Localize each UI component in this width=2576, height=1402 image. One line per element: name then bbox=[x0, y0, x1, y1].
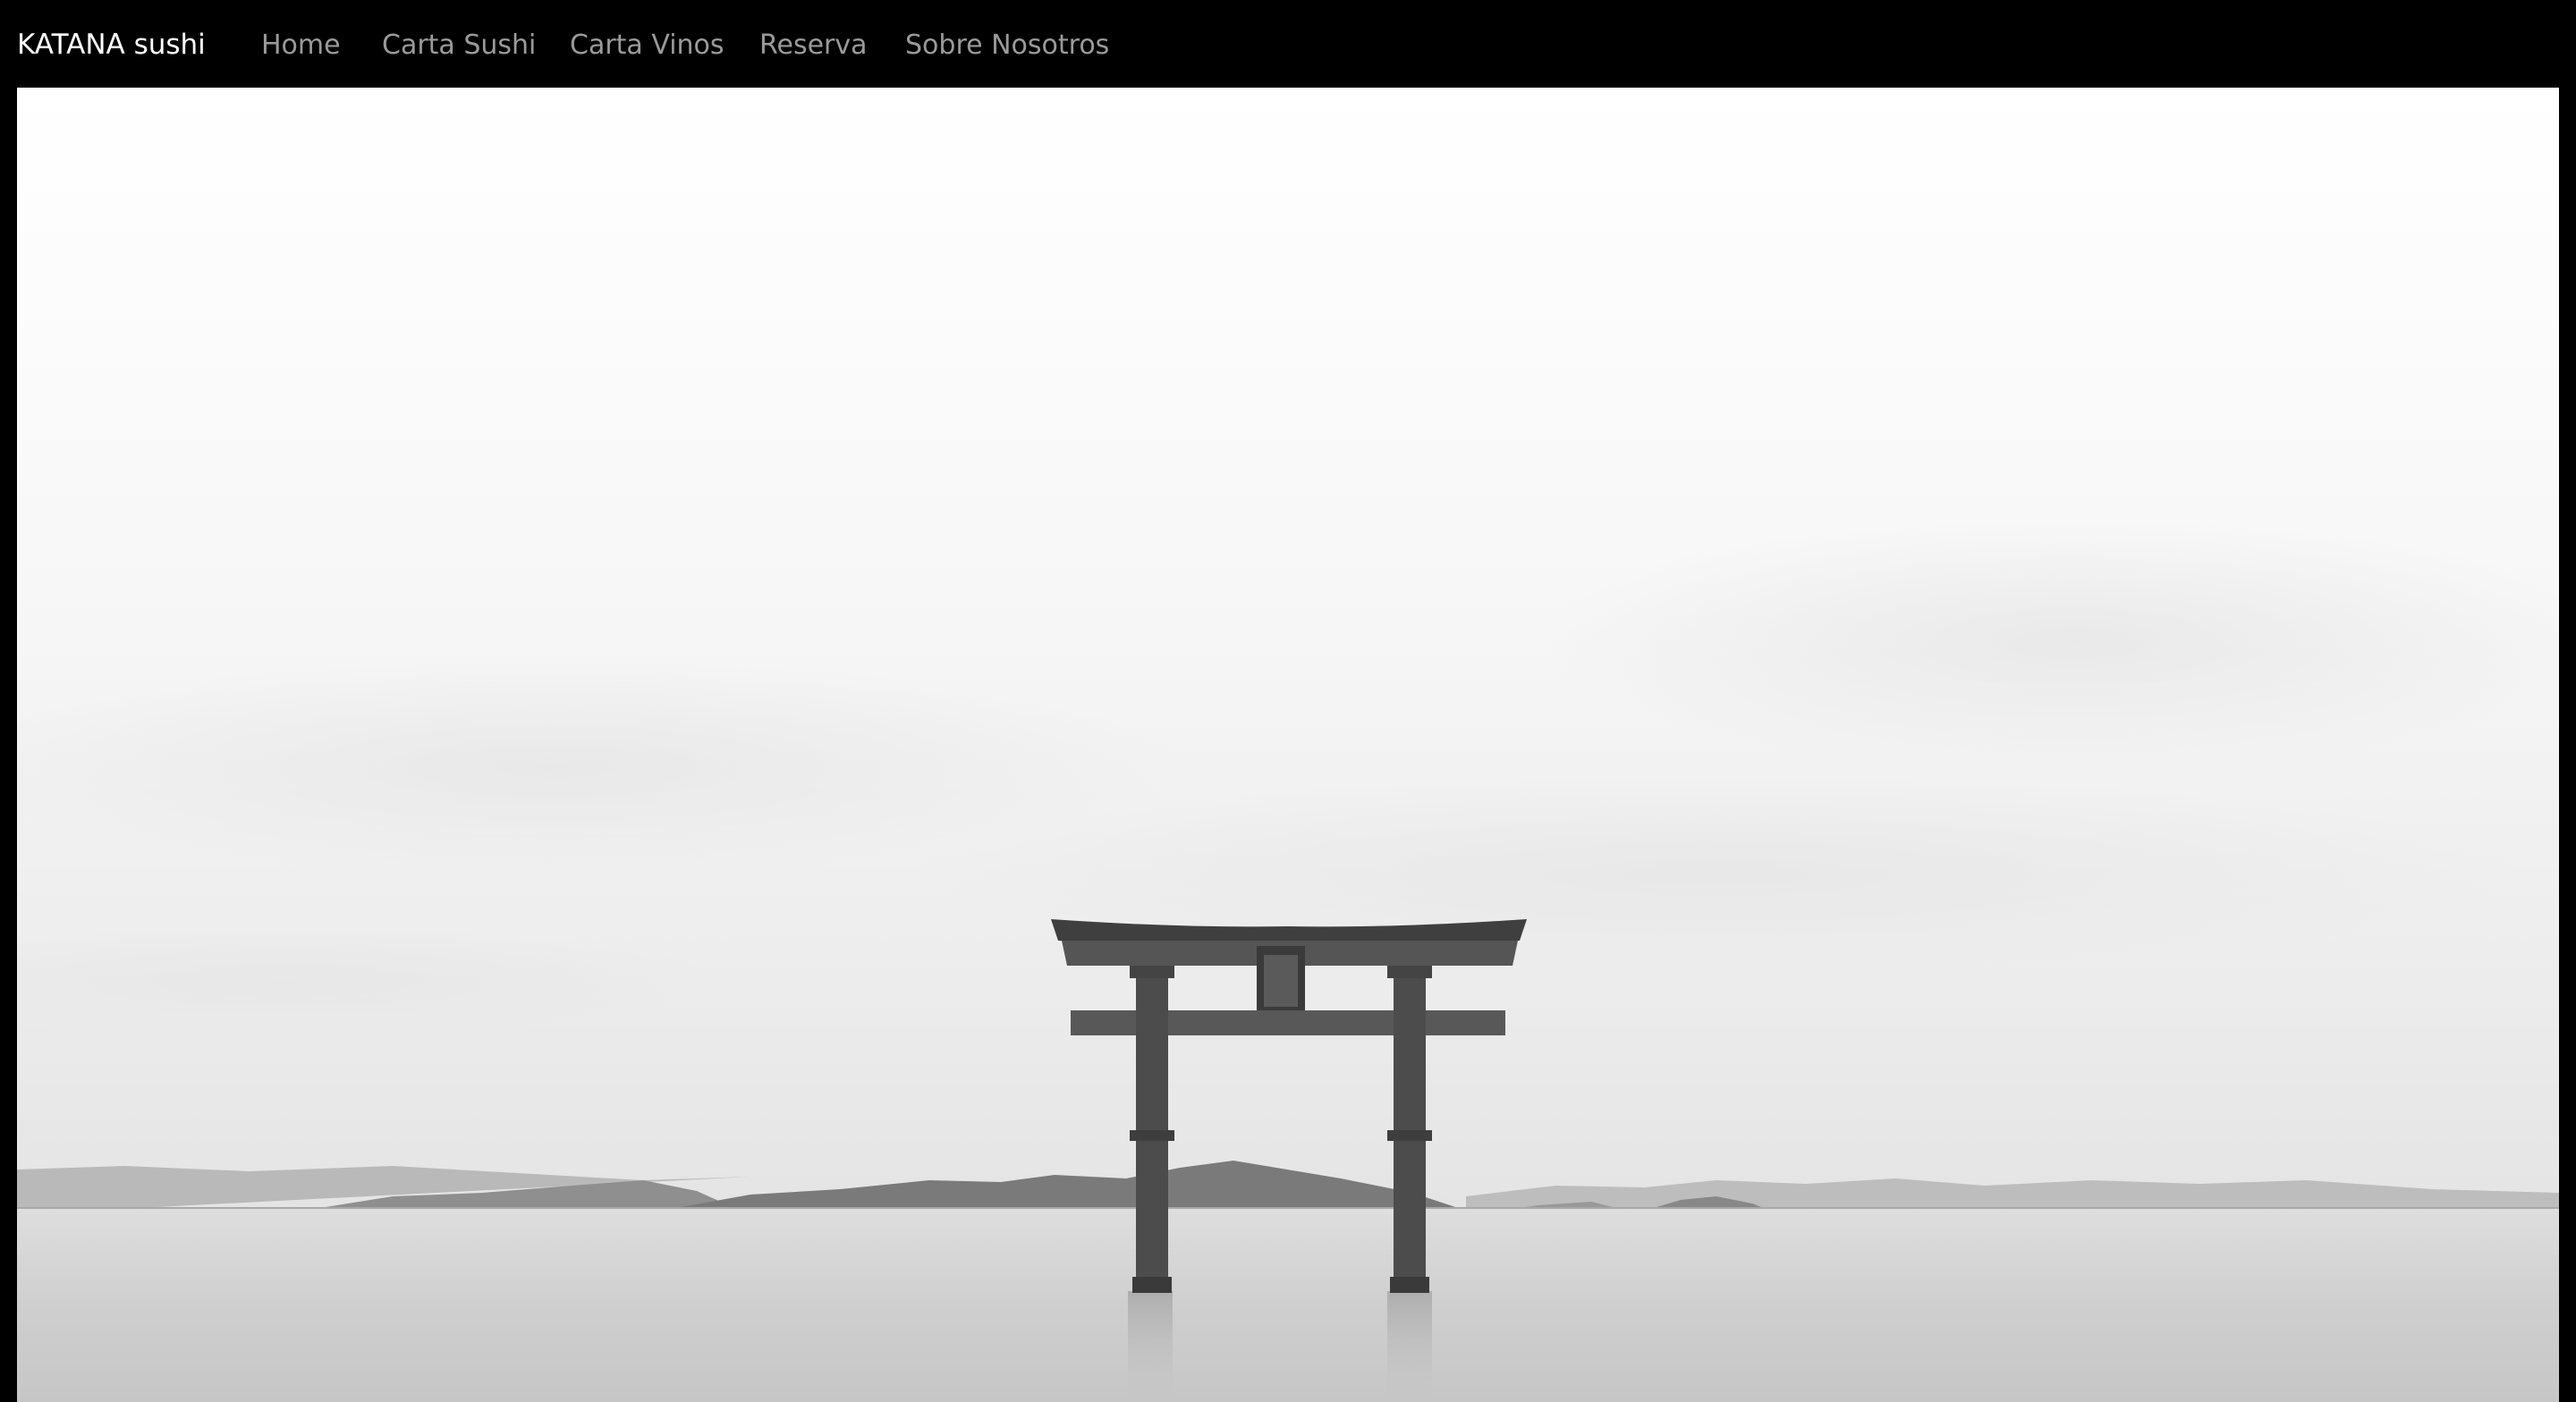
nav-link-home[interactable]: Home bbox=[261, 30, 341, 62]
brand-link[interactable]: KATANA sushi bbox=[17, 29, 206, 61]
nav-link-sobre-nosotros[interactable]: Sobre Nosotros bbox=[905, 30, 1109, 62]
nav-link-carta-sushi[interactable]: Carta Sushi bbox=[382, 30, 536, 62]
hero-image bbox=[17, 88, 2559, 1402]
torii-gate-photo bbox=[17, 88, 2559, 1402]
navbar: KATANA sushi Home Carta Sushi Carta Vino… bbox=[0, 2, 2576, 88]
nav-link-carta-vinos[interactable]: Carta Vinos bbox=[570, 30, 724, 62]
nav-link-reserva[interactable]: Reserva bbox=[759, 30, 868, 62]
